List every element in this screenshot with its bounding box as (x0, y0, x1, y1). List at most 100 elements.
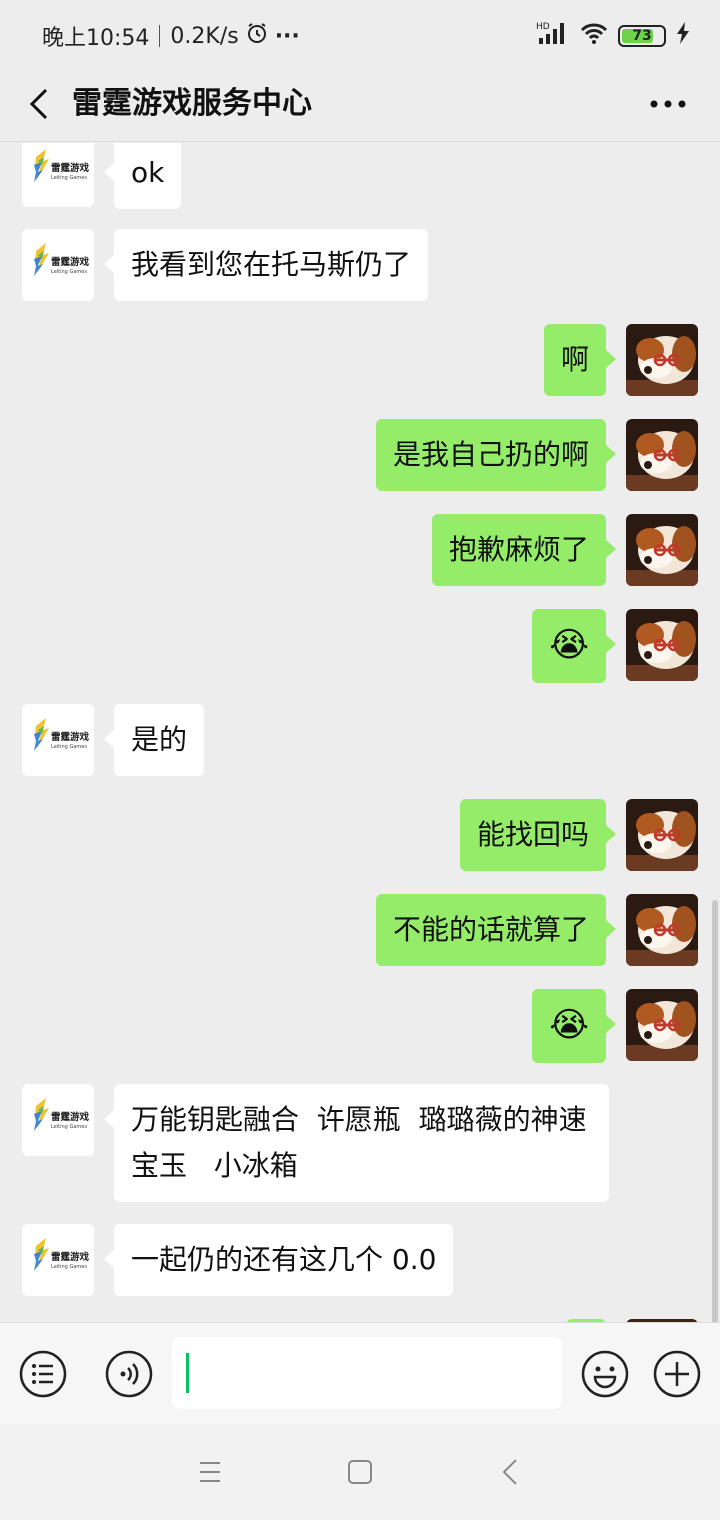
back-button[interactable] (20, 82, 64, 126)
logo-sub: Leiting Games (51, 175, 87, 181)
message-bubble[interactable]: 抱歉麻烦了 (431, 514, 617, 586)
text-caret (186, 1353, 189, 1393)
crying-laughing-emoji: 😭 (549, 1005, 589, 1045)
status-net-speed: 0.2K/s (170, 23, 239, 49)
logo-sub: Leiting Games (51, 269, 87, 275)
message-row: 雷霆游戏 Leiting Games 是的 (0, 704, 720, 776)
dog-avatar-image (626, 609, 698, 681)
my-avatar[interactable] (626, 324, 698, 396)
message-row: 😭 (0, 609, 720, 683)
voice-button[interactable] (104, 1349, 154, 1399)
crying-laughing-emoji: 😭 (549, 625, 589, 665)
message-input[interactable] (172, 1337, 562, 1409)
leiting-games-logo: 雷霆游戏Leiting Games (34, 243, 90, 276)
voice-icon (105, 1350, 153, 1398)
alarm-clock-icon (245, 21, 269, 51)
logo-sub: Leiting Games (51, 744, 87, 750)
service-avatar[interactable]: 雷霆游戏 Leiting Games (22, 229, 94, 301)
message-bubble[interactable]: 万能钥匙融合 许愿瓶 璐璐薇的神速宝玉 小冰箱 (104, 1084, 609, 1202)
message-row: 抱歉麻烦了 (0, 514, 720, 586)
message-text: 不能的话就算了 (392, 913, 589, 946)
menu-list-icon (19, 1350, 67, 1398)
logo-name: 雷霆游戏 (51, 256, 90, 268)
charging-icon (676, 22, 690, 50)
chat-title: 雷霆游戏服务中心 (72, 86, 312, 121)
my-avatar[interactable] (626, 514, 698, 586)
service-avatar[interactable]: 雷霆游戏 Leiting Games (22, 1084, 94, 1156)
dog-avatar-image (626, 419, 698, 491)
message-text: 万能钥匙融合 许愿瓶 璐璐薇的神速宝玉 小冰箱 (131, 1103, 587, 1182)
message-bubble[interactable]: ok (103, 143, 182, 209)
leiting-games-logo: 雷霆游戏Leiting Games (34, 1098, 90, 1131)
my-avatar[interactable] (626, 609, 698, 681)
message-text: 我看到您在托马斯仍了 (131, 248, 412, 281)
service-avatar[interactable]: 雷霆游戏 Leiting Games (22, 1224, 94, 1296)
logo-name: 雷霆游戏 (51, 731, 90, 743)
logo-name: 雷霆游戏 (51, 1251, 90, 1263)
input-bar (0, 1322, 720, 1424)
message-text: 是的 (131, 723, 188, 756)
message-bubble[interactable]: 是的 (103, 704, 205, 776)
chevron-left-icon (29, 88, 48, 120)
service-avatar[interactable]: 雷霆游戏 Leiting Games (22, 143, 94, 207)
nav-menu-button[interactable] (190, 1452, 230, 1492)
emoji-message-bubble[interactable]: 😭 (532, 989, 616, 1063)
message-text: 能找回吗 (476, 818, 589, 851)
emoji-message-bubble[interactable]: 😭 (532, 609, 616, 683)
dog-avatar-image (626, 799, 698, 871)
status-right: HD 73 (536, 20, 690, 52)
chat-header: 雷霆游戏服务中心 (0, 68, 720, 142)
menu-list-button[interactable] (18, 1349, 68, 1399)
nav-back-icon (502, 1459, 517, 1485)
status-left: 晚上10:54 0.2K/s ··· (42, 20, 300, 52)
message-row: 雷霆游戏 Leiting Games ok (0, 143, 720, 209)
chat-scrollbar[interactable] (712, 900, 718, 1322)
message-bubble[interactable]: 一起仍的还有这几个 0.0 (103, 1224, 454, 1296)
dog-avatar-image (626, 324, 698, 396)
message-bubble[interactable]: 不能的话就算了 (375, 894, 617, 966)
message-bubble[interactable]: 啊 (543, 324, 617, 396)
message-bubble[interactable]: 能找回吗 (459, 799, 617, 871)
status-time: 晚上10:54 (42, 26, 150, 51)
add-attachment-button[interactable] (652, 1349, 702, 1399)
message-text: 抱歉麻烦了 (448, 533, 589, 566)
message-text: 啊 (560, 343, 589, 376)
nav-menu-icon (200, 1462, 220, 1482)
dog-avatar-image (626, 989, 698, 1061)
message-text: 一起仍的还有这几个 0.0 (131, 1243, 437, 1276)
leiting-games-logo: 雷霆游戏Leiting Games (34, 149, 90, 182)
signal-icon: HD (536, 20, 570, 52)
message-text: ok (131, 156, 165, 189)
status-more-dots: ··· (274, 23, 300, 49)
status-divider (159, 25, 161, 47)
nav-home-icon (348, 1460, 372, 1484)
dog-avatar-image (626, 514, 698, 586)
logo-name: 雷霆游戏 (51, 162, 90, 174)
more-options-button[interactable] (646, 82, 690, 126)
message-row: 😭 (0, 989, 720, 1063)
more-dots-icon (650, 100, 686, 108)
logo-sub: Leiting Games (51, 1264, 87, 1270)
my-avatar[interactable] (626, 894, 698, 966)
logo-sub: Leiting Games (51, 1124, 87, 1130)
message-row: 雷霆游戏 Leiting Games 万能钥匙融合 许愿瓶 璐璐薇的神速宝玉 小冰箱 (0, 1084, 720, 1202)
message-bubble[interactable]: 我看到您在托马斯仍了 (103, 229, 429, 301)
my-avatar[interactable] (626, 419, 698, 491)
service-avatar[interactable]: 雷霆游戏 Leiting Games (22, 704, 94, 776)
wifi-icon (580, 21, 608, 51)
battery-level: 73 (632, 28, 652, 44)
nav-back-button[interactable] (492, 1452, 532, 1492)
emoji-smile-icon (581, 1350, 629, 1398)
my-avatar[interactable] (626, 989, 698, 1061)
system-nav-bar (0, 1424, 720, 1520)
my-avatar[interactable] (626, 799, 698, 871)
emoji-button[interactable] (580, 1349, 630, 1399)
nav-home-button[interactable] (340, 1452, 380, 1492)
battery-indicator: 73 (618, 25, 666, 47)
chat-messages[interactable]: 雷霆游戏 Leiting Games ok 雷霆游戏 Leiting Games 我看到您… (0, 143, 720, 1322)
message-row: 能找回吗 (0, 799, 720, 871)
message-text: 是我自己扔的啊 (392, 438, 589, 471)
message-row: 啊 (0, 324, 720, 396)
message-bubble[interactable]: 是我自己扔的啊 (375, 419, 617, 491)
status-bar: 晚上10:54 0.2K/s ··· HD 73 (0, 0, 720, 68)
